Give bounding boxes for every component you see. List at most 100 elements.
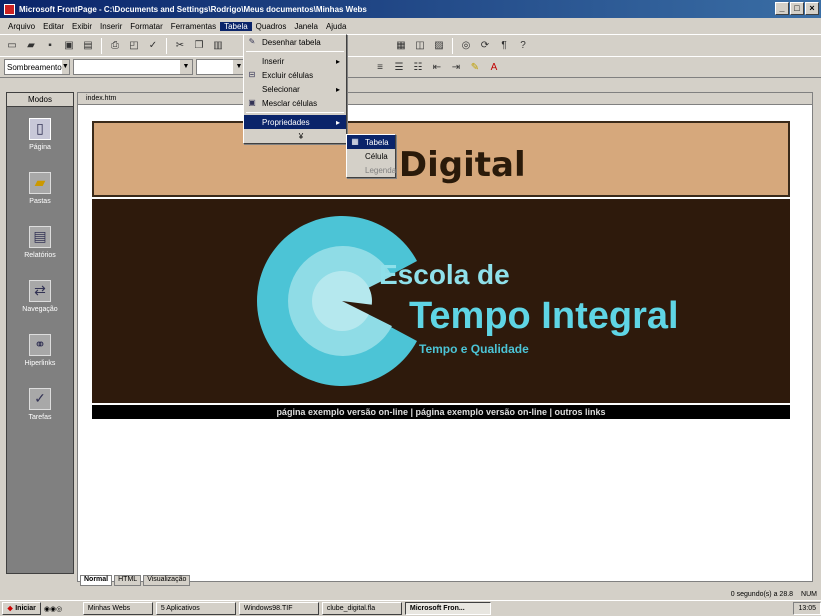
bullets-icon[interactable]: ☷ <box>410 59 426 75</box>
menu-item-inserir[interactable]: Inserir ▸ <box>244 54 346 68</box>
page-editor[interactable]: index.htm e Digital Escola de Tempo Inte… <box>77 92 813 582</box>
publish-icon[interactable]: ▣ <box>61 38 77 54</box>
menu-inserir[interactable]: Inserir <box>96 22 126 31</box>
font-color-icon[interactable]: A <box>486 59 502 75</box>
submenu-arrow-icon: ▸ <box>335 56 340 66</box>
menu-expand-chevron[interactable]: ¥ <box>244 129 346 143</box>
windows-logo-icon: ❖ <box>7 605 14 613</box>
folder-list-icon[interactable]: ▤ <box>80 38 96 54</box>
align-right-icon[interactable]: ≡ <box>372 59 388 75</box>
maximize-button[interactable]: □ <box>790 2 804 15</box>
highlight-icon[interactable]: ✎ <box>467 59 483 75</box>
numbering-icon[interactable]: ☰ <box>391 59 407 75</box>
pencil-icon: ✎ <box>248 37 256 46</box>
hyperlinks-view-icon: ⚭ <box>29 333 51 356</box>
taskbar-button[interactable]: Windows98.TIF <box>238 602 319 615</box>
menu-exibir[interactable]: Exibir <box>68 22 96 31</box>
open-icon[interactable]: ▰ <box>23 38 39 54</box>
taskbar-button-active[interactable]: Microsoft Fron... <box>404 602 491 615</box>
view-label: Relatórios <box>24 251 56 259</box>
taskbar-button[interactable]: clube_digital.fla <box>321 602 402 615</box>
view-reports[interactable]: ▤ Relatórios <box>7 215 73 269</box>
menu-formatar[interactable]: Formatar <box>126 22 166 31</box>
table-properties-icon: ▦ <box>351 137 359 146</box>
paste-icon[interactable]: ▥ <box>210 38 226 54</box>
menu-item-propriedades[interactable]: Propriedades ▸ <box>244 115 346 129</box>
hero-section[interactable]: Escola de Tempo Integral Tempo e Qualida… <box>92 199 790 403</box>
preview-icon[interactable]: ◰ <box>126 38 142 54</box>
print-icon[interactable]: ⎙ <box>107 38 123 54</box>
view-tasks[interactable]: ✓ Tarefas <box>7 377 73 431</box>
tab-normal[interactable]: Normal <box>80 575 113 586</box>
page-view-icon: ▯ <box>29 117 51 140</box>
menu-item-desenhar-tabela[interactable]: ✎ Desenhar tabela <box>244 35 346 49</box>
system-tray: 13:05 <box>793 602 821 615</box>
insert-component-icon[interactable]: ◫ <box>412 38 428 54</box>
toolbar-separator <box>452 37 453 54</box>
tab-html[interactable]: HTML <box>114 575 142 586</box>
tab-visualizacao[interactable]: Visualização <box>143 575 191 586</box>
help-icon[interactable]: ? <box>515 38 531 54</box>
menu-separator <box>246 112 344 113</box>
show-all-icon[interactable]: ¶ <box>496 38 512 54</box>
view-label: Hiperlinks <box>24 359 56 367</box>
save-icon[interactable]: ▪ <box>42 38 58 54</box>
minimize-button[interactable]: _ <box>775 2 789 15</box>
menu-ferramentas[interactable]: Ferramentas <box>167 22 220 31</box>
delete-cells-icon: ⊟ <box>248 70 256 79</box>
chevron-down-icon: ▼ <box>180 60 192 74</box>
page-banner[interactable]: e Digital <box>92 121 790 197</box>
menu-janela[interactable]: Janela <box>290 22 322 31</box>
submenu-item-celula[interactable]: Célula <box>347 149 395 163</box>
view-folders[interactable]: ▰ Pastas <box>7 161 73 215</box>
document-tab[interactable]: index.htm <box>78 93 812 105</box>
decrease-indent-icon[interactable]: ⇤ <box>429 59 445 75</box>
menu-separator <box>246 51 344 52</box>
menu-tabela[interactable]: Tabela <box>220 21 252 31</box>
close-button[interactable]: × <box>805 2 819 15</box>
quick-launch-icon[interactable]: ◉◉◎ <box>44 605 80 613</box>
insert-table-icon[interactable]: ▦ <box>393 38 409 54</box>
start-button[interactable]: ❖ Iniciar <box>2 602 41 615</box>
tasks-view-icon: ✓ <box>29 387 51 410</box>
toolbar-separator <box>166 37 167 54</box>
taskbar-button[interactable]: Minhas Webs <box>82 602 153 615</box>
views-bar-title: Modos <box>7 93 73 107</box>
clock[interactable]: 13:05 <box>798 605 816 612</box>
menu-item-label: Legenda <box>365 165 397 175</box>
taskbar-button[interactable]: 5 Aplicativos <box>155 602 236 615</box>
copy-icon[interactable]: ❐ <box>191 38 207 54</box>
hyperlink-icon[interactable]: ◎ <box>458 38 474 54</box>
new-page-icon[interactable]: ▭ <box>4 38 20 54</box>
menu-ajuda[interactable]: Ajuda <box>322 22 350 31</box>
view-page[interactable]: ▯ Página <box>7 107 73 161</box>
hero-line-2: Tempo Integral <box>409 295 679 337</box>
menu-quadros[interactable]: Quadros <box>252 22 291 31</box>
cut-icon[interactable]: ✂ <box>172 38 188 54</box>
menu-arquivo[interactable]: Arquivo <box>4 22 39 31</box>
table-menu: ✎ Desenhar tabela Inserir ▸ ⊟ Excluir cé… <box>243 34 347 144</box>
reports-view-icon: ▤ <box>29 225 51 248</box>
font-combo[interactable]: ▼ <box>73 59 193 75</box>
menu-item-selecionar[interactable]: Selecionar ▸ <box>244 82 346 96</box>
size-combo[interactable]: ▼ <box>196 59 246 75</box>
menu-item-excluir-celulas[interactable]: ⊟ Excluir células <box>244 68 346 82</box>
chevron-double-down-icon: ¥ <box>298 131 304 141</box>
style-combo-value: Sombreamento <box>7 62 62 72</box>
menu-editar[interactable]: Editar <box>39 22 68 31</box>
links-bar[interactable]: página exemplo versão on-line | página e… <box>92 405 790 419</box>
style-combo[interactable]: Sombreamento ▼ <box>4 59 70 75</box>
spelling-icon[interactable]: ✓ <box>145 38 161 54</box>
insert-picture-icon[interactable]: ▨ <box>431 38 447 54</box>
view-hyperlinks[interactable]: ⚭ Hiperlinks <box>7 323 73 377</box>
view-label: Tarefas <box>28 413 52 421</box>
submenu-item-legenda: Legenda <box>347 163 397 177</box>
increase-indent-icon[interactable]: ⇥ <box>448 59 464 75</box>
menu-item-label: Excluir células <box>262 70 314 80</box>
menu-item-mesclar-celulas[interactable]: ▣ Mesclar células <box>244 96 346 110</box>
refresh-icon[interactable]: ⟳ <box>477 38 493 54</box>
view-navigation[interactable]: ⇄ Navegação <box>7 269 73 323</box>
properties-submenu: ▦ Tabela Célula Legenda <box>346 134 396 178</box>
formatting-toolbar: Sombreamento ▼ ▼ ▼ ≡ ☰ ☷ ⇤ ⇥ ✎ A <box>0 56 821 78</box>
submenu-item-tabela[interactable]: ▦ Tabela <box>347 135 395 149</box>
